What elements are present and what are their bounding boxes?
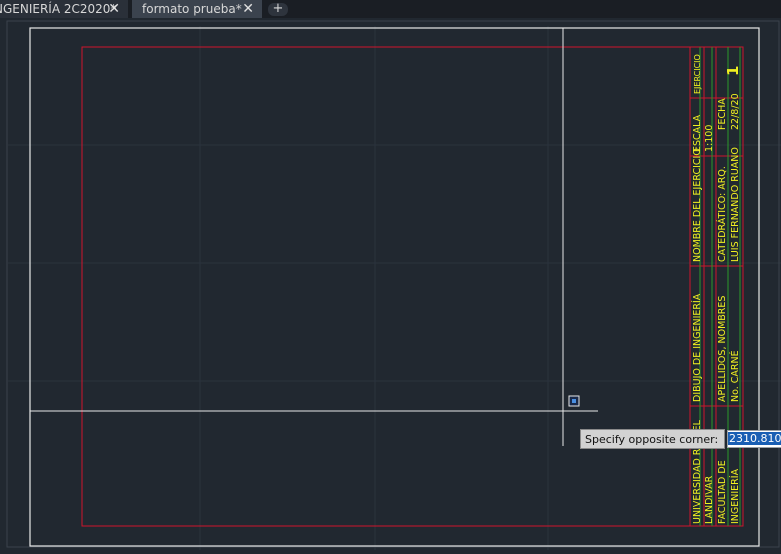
drawing-canvas[interactable]: UNIVERSIDAD RAFAEL DIBUJO DE INGENIERÍA …: [0, 18, 781, 550]
title-exercise-number: 1: [724, 66, 742, 76]
close-icon[interactable]: ✕: [242, 0, 254, 18]
dynamic-input-prompt: Specify opposite corner:: [580, 429, 726, 449]
title-scale-value: 1:100: [704, 125, 715, 152]
crosshair-cursor: [30, 28, 598, 446]
drawing-frame: [81, 46, 744, 527]
title-university-2: LANDIVAR: [704, 475, 715, 524]
title-faculty: FACULTAD DE: [717, 460, 728, 524]
title-block: UNIVERSIDAD RAFAEL DIBUJO DE INGENIERÍA …: [689, 47, 743, 526]
drawing-viewport[interactable]: UNIVERSIDAD RAFAEL DIBUJO DE INGENIERÍA …: [0, 18, 781, 550]
tab-formato-prueba[interactable]: formato prueba* ✕: [132, 0, 262, 18]
close-icon[interactable]: ✕: [108, 0, 120, 18]
title-student-names-label: APELLIDOS, NOMBRES: [717, 296, 728, 402]
title-professor-name: LUIS FERNANDO RUANO: [730, 147, 741, 262]
title-student-id-label: No. CARNÉ: [729, 350, 741, 402]
document-tab-bar: NGENIERÍA 2C2020* ✕ formato prueba* ✕ +: [0, 0, 781, 18]
paper-outline: [6, 20, 780, 548]
dynamic-input-value[interactable]: 2310.8107: [727, 430, 781, 448]
grid-lines: [8, 26, 781, 550]
title-faculty-2: INGENIERÍA: [729, 468, 741, 524]
tab-ingenieria[interactable]: NGENIERÍA 2C2020* ✕: [0, 0, 128, 18]
tab-label: NGENIERÍA 2C2020*: [0, 2, 117, 16]
title-exercise-name-label: NOMBRE DEL EJERCICIO: [692, 148, 703, 262]
tab-label: formato prueba*: [142, 2, 242, 16]
title-professor-label: CATEDRÁTICO: ARQ.: [716, 166, 728, 262]
title-exercise-label: EJERCICIO: [693, 54, 702, 94]
title-scale-label: ESCALA: [692, 114, 703, 152]
sheet-border: [29, 27, 760, 547]
title-course: DIBUJO DE INGENIERÍA: [691, 293, 703, 402]
new-tab-button[interactable]: +: [268, 2, 288, 16]
title-date-value: 22/8/20: [730, 93, 741, 130]
title-date-label: FECHA: [717, 98, 728, 130]
